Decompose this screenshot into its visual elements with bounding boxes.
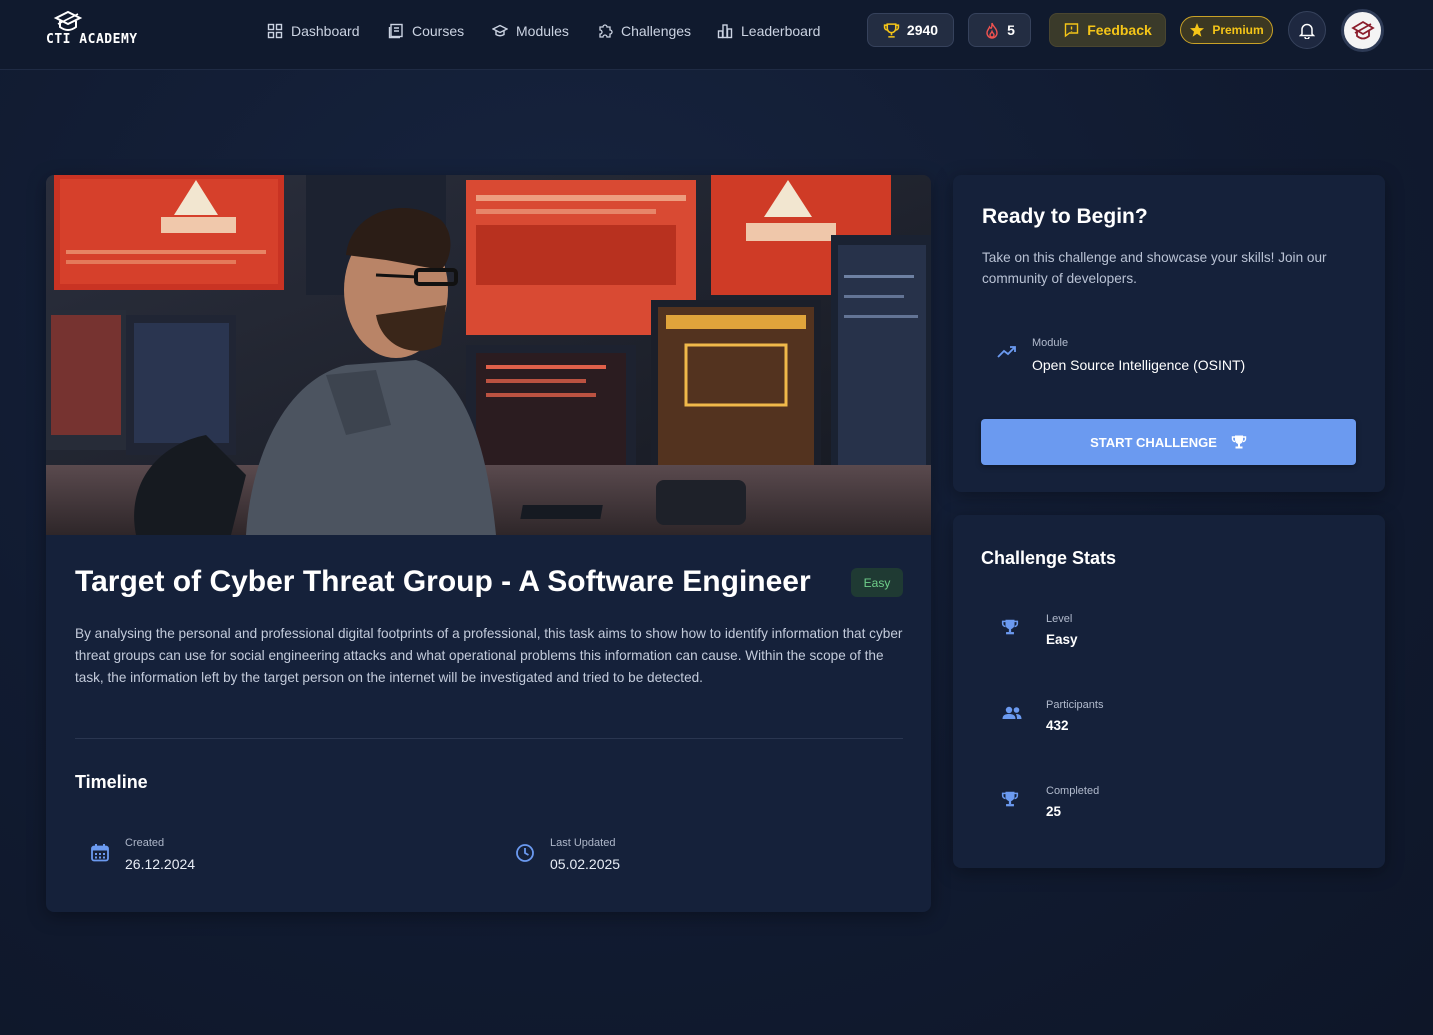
avatar[interactable] bbox=[1341, 9, 1384, 52]
timeline-heading: Timeline bbox=[75, 772, 148, 792]
challenge-cover-image bbox=[46, 175, 931, 535]
nav-leaderboard-label: Leaderboard bbox=[741, 23, 821, 39]
nav-challenges[interactable]: Challenges bbox=[597, 20, 691, 42]
stats-title: Challenge Stats bbox=[981, 548, 1117, 568]
premium-badge[interactable]: Premium bbox=[1180, 16, 1273, 44]
notifications-button[interactable] bbox=[1288, 11, 1326, 49]
message-icon bbox=[1065, 23, 1079, 38]
nav-leaderboard[interactable]: Leaderboard bbox=[717, 20, 820, 42]
nav-challenges-label: Challenges bbox=[621, 23, 692, 39]
flame-icon bbox=[986, 22, 998, 39]
feedback-label: Feedback bbox=[1087, 22, 1152, 38]
nav-courses[interactable]: Courses bbox=[388, 20, 464, 42]
nav-dashboard[interactable]: Dashboard bbox=[267, 20, 360, 42]
users-icon bbox=[1002, 706, 1022, 719]
points-counter[interactable]: 2940 bbox=[867, 13, 954, 47]
challenge-title: Target of Cyber Threat Group - A Softwar… bbox=[75, 565, 811, 598]
stat-level-value: Easy bbox=[1046, 632, 1078, 647]
updated-label: Last Updated bbox=[550, 837, 616, 849]
ready-description: Take on this challenge and showcase your… bbox=[982, 250, 1327, 286]
stats-card: Challenge Stats Level Easy Participants … bbox=[953, 515, 1385, 868]
book-icon bbox=[388, 23, 403, 39]
ready-card: Ready to Begin? Take on this challenge a… bbox=[953, 175, 1385, 492]
logo-text: CTI ACADEMY bbox=[46, 32, 138, 47]
stat-completed-value: 25 bbox=[1046, 804, 1062, 819]
nav-courses-label: Courses bbox=[412, 23, 465, 39]
divider bbox=[75, 738, 903, 739]
trophy-icon bbox=[1231, 435, 1247, 449]
clock-icon bbox=[516, 844, 534, 862]
stat-participants-label: Participants bbox=[1046, 699, 1104, 711]
nav-dashboard-label: Dashboard bbox=[291, 23, 360, 39]
puzzle-icon bbox=[599, 24, 613, 38]
calendar-icon bbox=[91, 844, 109, 862]
streak-value: 5 bbox=[1007, 22, 1015, 38]
bar-chart-icon bbox=[717, 24, 733, 39]
graduation-cap-icon bbox=[492, 24, 508, 37]
nav-modules-label: Modules bbox=[516, 23, 569, 39]
stat-level-label: Level bbox=[1046, 613, 1073, 625]
trophy-icon bbox=[1001, 619, 1019, 635]
grid-icon bbox=[267, 23, 283, 39]
streak-counter[interactable]: 5 bbox=[968, 13, 1031, 47]
difficulty-badge: Easy bbox=[851, 568, 903, 597]
start-challenge-button[interactable]: START CHALLENGE bbox=[981, 419, 1356, 465]
logo[interactable]: CTI ACADEMY bbox=[46, 10, 137, 50]
top-navbar: CTI ACADEMY Dashboard Courses Modules Ch… bbox=[0, 0, 1433, 70]
star-icon bbox=[1190, 23, 1205, 37]
bell-icon bbox=[1299, 23, 1315, 39]
trophy-icon bbox=[883, 22, 900, 38]
points-value: 2940 bbox=[906, 22, 939, 38]
trophy-icon bbox=[1001, 791, 1019, 807]
nav-modules[interactable]: Modules bbox=[492, 20, 569, 42]
challenge-card: Target of Cyber Threat Group - A Softwar… bbox=[46, 175, 931, 912]
avatar-logo-icon bbox=[1350, 20, 1375, 39]
trending-up-icon bbox=[997, 346, 1016, 358]
module-label: Module bbox=[1032, 337, 1069, 349]
feedback-button[interactable]: Feedback bbox=[1049, 13, 1166, 47]
module-name: Open Source Intelligence (OSINT) bbox=[1032, 357, 1246, 373]
ready-title: Ready to Begin? bbox=[982, 205, 1148, 228]
start-challenge-label: START CHALLENGE bbox=[1090, 434, 1217, 450]
stat-completed-label: Completed bbox=[1046, 785, 1100, 797]
premium-label: Premium bbox=[1212, 23, 1264, 37]
challenge-description: By analysing the personal and profession… bbox=[75, 626, 903, 685]
updated-value: 05.02.2025 bbox=[550, 856, 621, 872]
created-value: 26.12.2024 bbox=[125, 856, 196, 872]
created-label: Created bbox=[125, 837, 165, 849]
stat-participants-value: 432 bbox=[1046, 718, 1069, 733]
